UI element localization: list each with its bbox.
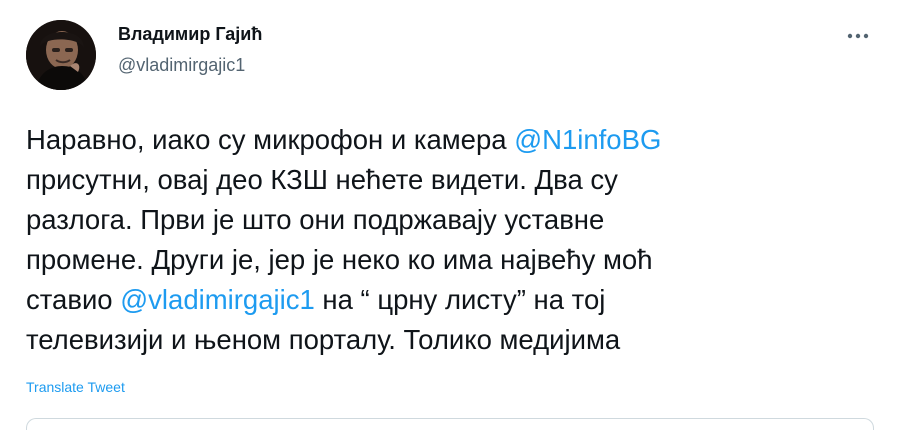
tweet-card: Владимир Гајић @vladimirgajic1 Наравно, …	[0, 0, 900, 430]
tweet-text-segment: на “ црну листу” на тој	[314, 284, 606, 315]
tweet-text-segment: ставио	[26, 284, 121, 315]
more-options-button[interactable]	[844, 26, 872, 46]
tweet-text-segment: телевизији и њеном порталу. Толико медиј…	[26, 324, 621, 355]
author-name[interactable]: Владимир Гајић	[118, 24, 262, 45]
quoted-card-top-edge	[26, 418, 874, 430]
author-handle[interactable]: @vladimirgajic1	[118, 55, 245, 76]
tweet-line: Наравно, иако су микрофон и камера @N1in…	[26, 120, 876, 160]
translate-tweet-link[interactable]: Translate Tweet	[26, 379, 125, 395]
tweet-line: разлога. Први је што они подржавају уста…	[26, 200, 876, 240]
mention-link-vladimirgajic1[interactable]: @vladimirgajic1	[120, 284, 315, 315]
tweet-text-segment: Наравно, иако су микрофон и камера	[26, 124, 515, 155]
avatar[interactable]	[26, 20, 96, 90]
tweet-line: ставио @vladimirgajic1 на “ црну листу” …	[26, 280, 876, 320]
tweet-text-segment: присутни, овај део КЗШ нећете видети. Дв…	[26, 164, 618, 195]
tweet-text-segment: промене. Други је, јер је неко ко има на…	[26, 244, 653, 275]
tweet-line: присутни, овај део КЗШ нећете видети. Дв…	[26, 160, 876, 200]
tweet-line: телевизији и њеном порталу. Толико медиј…	[26, 320, 876, 360]
mention-link-n1infobg[interactable]: @N1infoBG	[514, 124, 661, 155]
tweet-line: промене. Други је, јер је неко ко има на…	[26, 240, 876, 280]
more-horizontal-icon	[847, 33, 869, 39]
avatar-photo-icon	[26, 20, 96, 90]
tweet-text: Наравно, иако су микрофон и камера @N1in…	[26, 120, 876, 360]
tweet-text-segment: разлога. Први је што они подржавају уста…	[26, 204, 605, 235]
